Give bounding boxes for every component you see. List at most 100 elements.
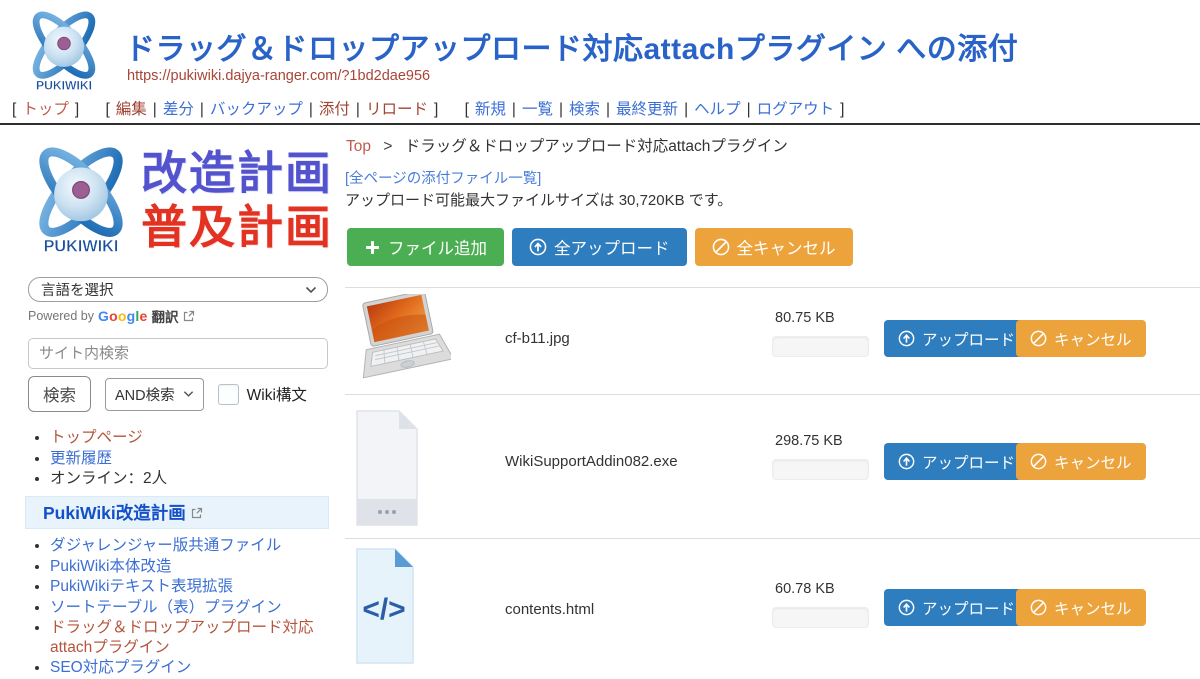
site-search-input[interactable] xyxy=(28,338,328,369)
separator: | xyxy=(747,101,751,118)
logo-wordmark: PUKIWIKI xyxy=(44,238,119,256)
logo-wordmark: PUKIWIKI xyxy=(36,79,92,93)
nav-item-help[interactable]: ヘルプ xyxy=(694,101,741,118)
breadcrumb-home[interactable]: Top xyxy=(346,138,371,155)
nav-item-top[interactable]: トップ xyxy=(22,101,69,118)
nav-item-diff[interactable]: 差分 xyxy=(163,101,194,118)
sidebar-item-toppage[interactable]: トップページ xyxy=(50,429,143,446)
file-size: 80.75 KB xyxy=(775,310,835,326)
sidebar-item-history[interactable]: 更新履歴 xyxy=(50,450,112,467)
upload-circle-icon xyxy=(529,238,547,256)
progress-bar xyxy=(772,459,869,480)
sidebar-bottom-links: ダジャレンジャー版共通ファイル PukiWiki本体改造 PukiWikiテキス… xyxy=(32,536,350,679)
google-translate-attribution: Powered by Google 翻訳 xyxy=(28,306,195,326)
page-title: ドラッグ＆ドロップアップロード対応attachプラグイン への添付 xyxy=(125,24,1018,68)
list-item: ダジャレンジャー版共通ファイル xyxy=(50,536,350,557)
separator: | xyxy=(153,101,157,118)
html-code-file-icon: </> xyxy=(355,547,415,665)
nav-item-list[interactable]: 一覧 xyxy=(522,101,553,118)
nav-item-search[interactable]: 検索 xyxy=(569,101,600,118)
sidebar-item-text-ext[interactable]: PukiWikiテキスト表現拡張 xyxy=(50,578,233,595)
wiki-syntax-checkbox[interactable] xyxy=(218,384,239,405)
nav-item-new[interactable]: 新規 xyxy=(475,101,506,118)
cancel-all-button[interactable]: 全キャンセル xyxy=(695,228,853,266)
breadcrumb: Top > ドラッグ＆ドロップアップロード対応attachプラグイン xyxy=(346,134,788,156)
sidebar-section-header: PukiWiki改造計画 xyxy=(25,496,329,529)
sidebar-item-common-files[interactable]: ダジャレンジャー版共通ファイル xyxy=(50,537,281,554)
section-title-link[interactable]: PukiWiki改造計画 xyxy=(43,500,186,525)
nav-item-edit[interactable]: 編集 xyxy=(116,101,147,118)
file-size: 298.75 KB xyxy=(775,433,843,449)
list-item: PukiWiki本体改造 xyxy=(50,557,350,578)
chevron-down-icon xyxy=(183,390,194,398)
pukiwiki-atom-logo: PUKIWIKI xyxy=(22,4,106,98)
translate-link[interactable]: 翻訳 xyxy=(152,306,179,326)
bracket: ] xyxy=(434,101,438,118)
pukiwiki-atom-logo: PUKIWIKI xyxy=(25,138,137,262)
cancel-button[interactable]: キャンセル xyxy=(1016,320,1146,357)
file-name: cf-b11.jpg xyxy=(505,330,570,347)
plus-icon xyxy=(364,239,381,256)
nav-item-logout[interactable]: ログアウト xyxy=(757,101,835,118)
nav-item-reload[interactable]: リロード xyxy=(366,101,428,118)
progress-bar xyxy=(772,607,869,628)
upload-button[interactable]: アップロード xyxy=(884,589,1029,626)
sidebar-item-dnd-attach[interactable]: ドラッグ＆ドロップアップロード対応attachプラグイン xyxy=(50,619,314,656)
banner-line1: 改造計画 xyxy=(141,146,333,200)
nav-item-recent[interactable]: 最終更新 xyxy=(616,101,678,118)
search-mode-select[interactable]: AND検索 xyxy=(105,378,204,411)
nav-group-top: [トップ] xyxy=(8,101,83,118)
upload-button[interactable]: アップロード xyxy=(884,320,1029,357)
bracket: [ xyxy=(105,101,109,118)
search-button[interactable]: 検索 xyxy=(28,376,91,412)
sidebar-item-sort-table[interactable]: ソートテーブル（表）プラグイン xyxy=(50,599,282,616)
search-controls: 検索 AND検索 Wiki構文 xyxy=(28,376,307,412)
language-select-value: 言語を選択 xyxy=(41,279,114,300)
separator: | xyxy=(309,101,313,118)
list-item: ドラッグ＆ドロップアップロード対応attachプラグイン xyxy=(50,618,350,658)
wiki-syntax-label: Wiki構文 xyxy=(247,383,307,405)
max-upload-size-text: アップロード可能最大ファイルサイズは 30,720KB です。 xyxy=(345,189,732,210)
language-select[interactable]: 言語を選択 xyxy=(28,277,328,302)
google-logo: Google xyxy=(98,308,147,324)
list-item: PukiWikiテキスト表現拡張 xyxy=(50,577,350,598)
upload-circle-icon xyxy=(898,330,915,347)
ban-icon xyxy=(1030,453,1047,470)
sidebar-item-core-mod[interactable]: PukiWiki本体改造 xyxy=(50,558,171,575)
cancel-button[interactable]: キャンセル xyxy=(1016,589,1146,626)
bracket: ] xyxy=(840,101,844,118)
cancel-button[interactable]: キャンセル xyxy=(1016,443,1146,480)
sidebar-logo: PUKIWIKI 改造計画 普及計画 xyxy=(25,138,330,262)
breadcrumb-current: ドラッグ＆ドロップアップロード対応attachプラグイン xyxy=(405,138,788,155)
sidebar-item-seo[interactable]: SEO対応プラグイン xyxy=(50,659,191,676)
navbar: [トップ] [編集|差分|バックアップ|添付|リロード] [新規|一覧|検索|最… xyxy=(8,97,862,119)
nav-item-backup[interactable]: バックアップ xyxy=(210,101,303,118)
bracket: [ xyxy=(12,101,16,118)
page-url-link[interactable]: https://pukiwiki.dajya-ranger.com/?1bd2d… xyxy=(127,68,430,84)
search-mode-value: AND検索 xyxy=(115,384,175,405)
separator: | xyxy=(684,101,688,118)
separator: | xyxy=(606,101,610,118)
file-name: contents.html xyxy=(505,601,594,618)
nav-item-attach[interactable]: 添付 xyxy=(319,101,350,118)
upload-all-button[interactable]: 全アップロード xyxy=(512,228,687,266)
sidebar-top-links: トップページ 更新履歴 オンライン：2人 xyxy=(32,428,350,490)
breadcrumb-separator: > xyxy=(383,138,392,155)
file-name: WikiSupportAddin082.exe xyxy=(505,453,678,470)
laptop-photo-thumbnail xyxy=(355,294,451,382)
code-glyph: </> xyxy=(362,593,405,626)
add-files-button[interactable]: ファイル追加 xyxy=(347,228,504,266)
nav-group-page: [編集|差分|バックアップ|添付|リロード] xyxy=(101,101,442,118)
separator: | xyxy=(512,101,516,118)
upload-button[interactable]: アップロード xyxy=(884,443,1029,480)
external-link-icon xyxy=(191,507,203,519)
ban-icon xyxy=(1030,599,1047,616)
upload-circle-icon xyxy=(898,599,915,616)
all-attachments-link[interactable]: [全ページの添付ファイル一覧] xyxy=(345,167,541,188)
file-size: 60.78 KB xyxy=(775,581,835,597)
list-item: トップページ xyxy=(50,428,350,449)
bracket: [ xyxy=(465,101,469,118)
list-item: 更新履歴 xyxy=(50,449,350,470)
ban-icon xyxy=(1030,330,1047,347)
list-item: ソートテーブル（表）プラグイン xyxy=(50,598,350,619)
